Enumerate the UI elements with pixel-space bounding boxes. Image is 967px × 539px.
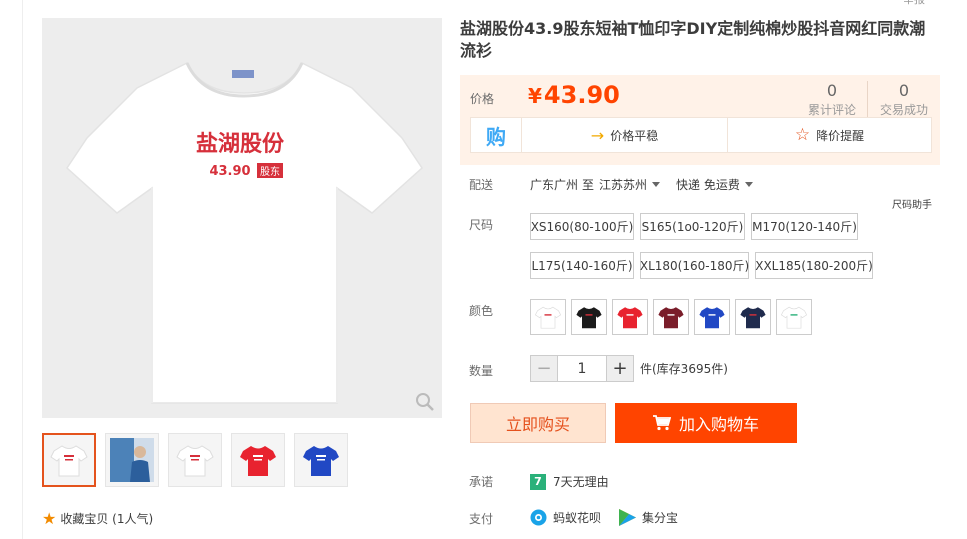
- payment-label: 支付: [469, 512, 494, 526]
- ship-method-label: 快递 免运费: [676, 178, 740, 192]
- thumb-blue-shirt-icon: [303, 446, 339, 476]
- promise-label: 承诺: [469, 475, 494, 489]
- chevron-down-icon: [652, 182, 661, 187]
- price-amount: 43.90: [543, 81, 620, 109]
- thumbnail-4[interactable]: [231, 433, 285, 487]
- price-alert-label: 降价提醒: [816, 128, 865, 143]
- color-label: 颜色: [469, 304, 494, 318]
- color-swatch[interactable]: [612, 299, 648, 335]
- cart-icon: [652, 415, 671, 431]
- color-swatch[interactable]: [694, 299, 730, 335]
- add-to-cart-button[interactable]: 加入购物车: [615, 403, 797, 443]
- arrow-right-icon: →: [590, 125, 605, 145]
- size-option[interactable]: M170(120-140斤): [751, 213, 858, 240]
- main-product-image[interactable]: 盐湖股份 43.90 股东: [42, 18, 442, 418]
- shirt-icon: [740, 307, 766, 329]
- shirt-price-print: 43.90: [209, 164, 250, 179]
- stock-text: 件(库存3695件): [640, 362, 728, 376]
- payment-methods: 蚂蚁花呗 集分宝: [530, 509, 696, 526]
- shirt-icon: [617, 307, 643, 329]
- shirt-icon: [576, 307, 602, 329]
- deals-count: 0: [898, 81, 910, 100]
- ship-from: 广东广州: [530, 178, 579, 192]
- reviews-count: 0: [826, 81, 838, 100]
- size-option[interactable]: XXL185(180-200斤): [755, 252, 873, 279]
- thumb-red-shirt-icon: [240, 446, 276, 476]
- deals-stat[interactable]: 0 交易成功: [880, 81, 928, 118]
- size-option[interactable]: XL180(160-180斤): [640, 252, 749, 279]
- price-label: 价格: [470, 92, 495, 106]
- ship-method-select[interactable]: 快递 免运费: [676, 176, 753, 193]
- ship-to-select[interactable]: 江苏苏州: [599, 176, 661, 193]
- shirt-icon: [658, 307, 684, 329]
- payment-huabei-label: 蚂蚁花呗: [553, 511, 602, 525]
- price-trend-bar: 购 → 价格平稳 ☆ 降价提醒: [470, 117, 932, 153]
- tshirt-illustration: 盐湖股份 43.90 股东: [66, 61, 423, 404]
- zoom-icon[interactable]: [414, 391, 436, 413]
- shirt-brand-print: 盐湖股份: [196, 132, 285, 157]
- increment-button[interactable]: +: [606, 355, 634, 382]
- payment-jifenbao[interactable]: 集分宝: [619, 509, 678, 526]
- size-helper-link[interactable]: 尺码助手: [892, 196, 932, 211]
- deals-label: 交易成功: [880, 103, 929, 117]
- color-swatch[interactable]: [530, 299, 566, 335]
- color-swatch[interactable]: [653, 299, 689, 335]
- decrement-button[interactable]: −: [530, 355, 558, 382]
- shipping-label: 配送: [469, 178, 494, 192]
- thumb-model-photo-icon: [110, 438, 154, 482]
- shipping-info: 广东广州 至 江苏苏州 快递 免运费: [530, 176, 753, 193]
- page-divider: [22, 0, 23, 539]
- size-option[interactable]: L175(140-160斤): [530, 252, 634, 279]
- thumbnail-strip: [42, 433, 357, 487]
- star-icon: ★: [42, 509, 57, 528]
- shirt-tag-print: 股东: [260, 165, 280, 178]
- size-option[interactable]: XS160(80-100斤): [530, 213, 634, 240]
- color-swatch[interactable]: [735, 299, 771, 335]
- quantity-label: 数量: [469, 364, 494, 378]
- color-swatch[interactable]: [776, 299, 812, 335]
- huabei-icon: [530, 509, 547, 526]
- stat-divider: [867, 81, 868, 117]
- quantity-input[interactable]: 1: [558, 355, 606, 382]
- shirt-icon: [780, 306, 808, 329]
- thumbnail-5[interactable]: [294, 433, 348, 487]
- payment-huabei[interactable]: 蚂蚁花呗: [530, 509, 601, 526]
- jifenbao-icon: [619, 509, 637, 526]
- thumbnail-2[interactable]: [105, 433, 159, 487]
- gou-icon: 购: [486, 124, 506, 149]
- star-outline-icon: ☆: [794, 125, 811, 145]
- price-panel: 价格 ¥43.90 0 累计评论 0 交易成功 购 → 价格平稳 ☆ 降价提醒: [460, 75, 940, 165]
- report-link[interactable]: 举报: [903, 0, 925, 7]
- promise-text: 7天无理由: [553, 475, 609, 489]
- color-swatch[interactable]: [571, 299, 607, 335]
- thumb-white-shirt-icon: [50, 445, 88, 477]
- thumbnail-3[interactable]: [168, 433, 222, 487]
- seven-day-icon: 7: [530, 473, 546, 490]
- size-label: 尺码: [469, 218, 494, 232]
- reviews-label: 累计评论: [808, 103, 857, 117]
- buy-now-button[interactable]: 立即购买: [470, 403, 606, 443]
- thumb-white-shirt-2-icon: [176, 445, 214, 477]
- chevron-down-icon: [744, 182, 753, 187]
- price-alert-button[interactable]: ☆ 降价提醒: [727, 118, 931, 152]
- price-value: ¥43.90: [528, 81, 620, 109]
- color-options: [530, 299, 817, 335]
- quantity-stepper: − 1 + 件(库存3695件): [530, 355, 728, 382]
- reviews-stat[interactable]: 0 累计评论: [808, 81, 856, 118]
- price-trend-label: 价格平稳: [610, 128, 659, 143]
- payment-jifenbao-label: 集分宝: [642, 511, 679, 525]
- ship-to-word: 至: [582, 178, 595, 192]
- product-title: 盐湖股份43.9股东短袖T恤印字DIY定制纯棉炒股抖音网红同款潮流衫: [460, 19, 926, 60]
- shirt-icon: [534, 306, 562, 329]
- add-to-cart-label: 加入购物车: [678, 415, 759, 434]
- ship-to-label: 江苏苏州: [599, 178, 648, 192]
- currency-symbol: ¥: [528, 84, 542, 108]
- favorite-label: 收藏宝贝 (1人气): [60, 512, 154, 526]
- size-option[interactable]: S165(1o0-120斤): [640, 213, 745, 240]
- price-trend[interactable]: → 价格平稳: [521, 118, 727, 152]
- favorite-button[interactable]: ★ 收藏宝贝 (1人气): [42, 509, 153, 528]
- shirt-icon: [699, 307, 725, 329]
- thumbnail-1[interactable]: [42, 433, 96, 487]
- promise-item[interactable]: 7 7天无理由: [530, 473, 609, 490]
